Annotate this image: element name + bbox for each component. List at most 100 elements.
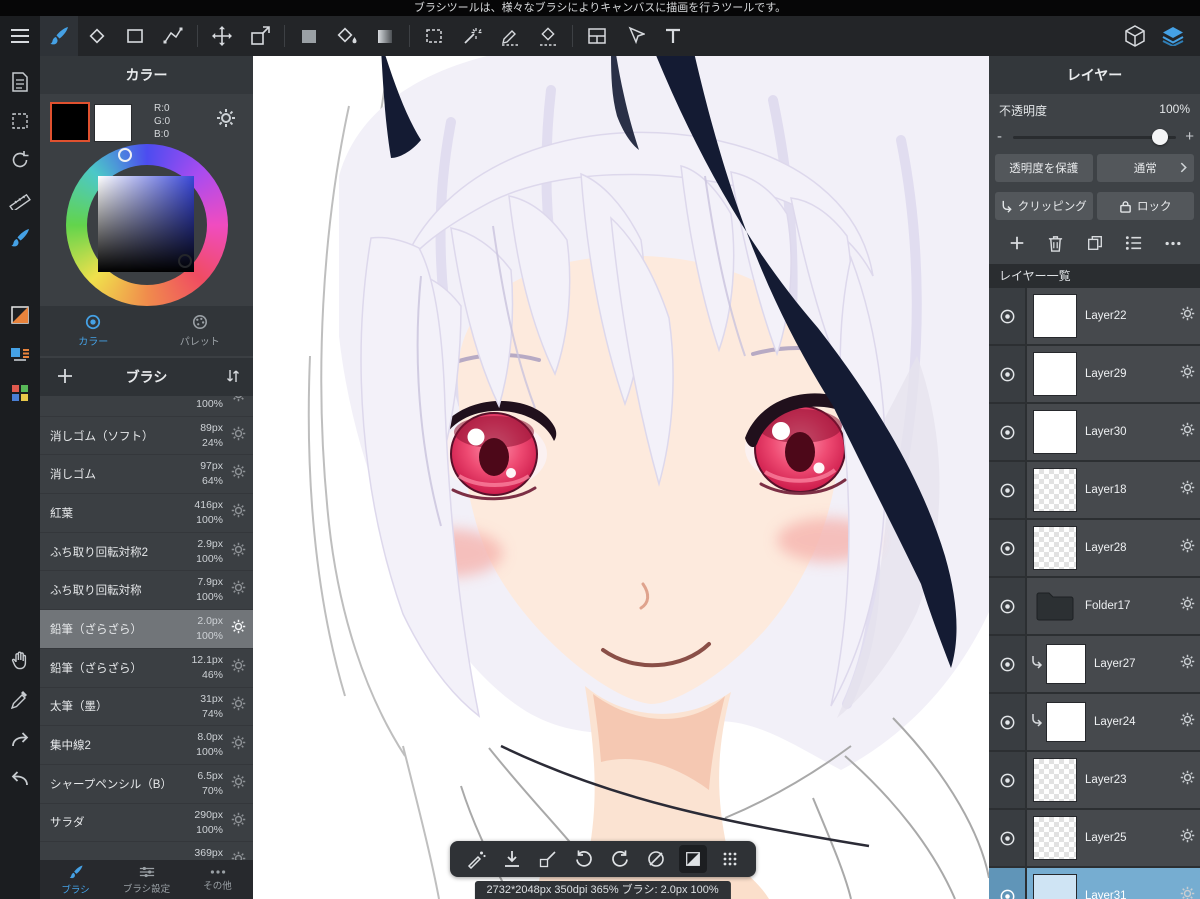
brush-item[interactable]: ふち取り回転対称2 2.9px 100% bbox=[40, 533, 253, 572]
layer-visibility-toggle[interactable] bbox=[989, 868, 1027, 899]
brush-settings-gear-icon[interactable] bbox=[231, 396, 246, 407]
opacity-plus[interactable]: + bbox=[1185, 126, 1194, 148]
brush-settings-gear-icon[interactable] bbox=[231, 580, 246, 600]
layer-visibility-toggle[interactable] bbox=[989, 636, 1027, 692]
tab-brush-settings[interactable]: ブラシ設定 bbox=[111, 860, 182, 899]
tab-brush[interactable]: ブラシ bbox=[40, 860, 111, 899]
layer-visibility-toggle[interactable] bbox=[989, 694, 1027, 750]
layer-thumbnail[interactable] bbox=[1033, 294, 1077, 338]
stabilizer-button[interactable] bbox=[460, 841, 492, 877]
brush-panel-button[interactable] bbox=[5, 224, 35, 252]
layer-visibility-toggle[interactable] bbox=[989, 462, 1027, 518]
transform-tool-button[interactable] bbox=[241, 16, 279, 56]
brush-settings-gear-icon[interactable] bbox=[231, 542, 246, 562]
canvas[interactable]: 2732*2048px 350dpi 365% ブラシ: 2.0px 100% bbox=[253, 56, 989, 899]
clipping-button[interactable]: クリッピング bbox=[995, 192, 1093, 220]
layer-row[interactable]: Layer25 bbox=[989, 810, 1200, 866]
layer-thumbnail[interactable] bbox=[1033, 758, 1077, 802]
foreground-color-swatch[interactable] bbox=[50, 102, 90, 142]
material-3d-button[interactable] bbox=[1116, 16, 1154, 56]
brush-item[interactable]: 鉛筆（ざらざら） 2.0px 100% bbox=[40, 610, 253, 649]
select-pen-tool-button[interactable] bbox=[491, 16, 529, 56]
move-tool-button[interactable] bbox=[203, 16, 241, 56]
file-button[interactable] bbox=[5, 68, 35, 96]
layer-list-button[interactable] bbox=[5, 340, 35, 368]
layer-thumbnail[interactable] bbox=[1033, 874, 1077, 899]
brush-settings-gear-icon[interactable] bbox=[231, 812, 246, 832]
sv-marker[interactable] bbox=[178, 254, 192, 268]
brush-item[interactable]: ふち取り回転対称 7.9px 100% bbox=[40, 571, 253, 611]
layer-thumbnail[interactable] bbox=[1033, 468, 1077, 512]
layer-row[interactable]: Layer27 bbox=[989, 636, 1200, 692]
select-eraser-tool-button[interactable] bbox=[529, 16, 567, 56]
lock-button[interactable]: ロック bbox=[1096, 192, 1194, 220]
brush-settings-gear-icon[interactable] bbox=[231, 774, 246, 794]
layer-settings-gear-icon[interactable] bbox=[1180, 712, 1195, 732]
opacity-slider-knob[interactable] bbox=[1152, 129, 1168, 145]
layer-visibility-toggle[interactable] bbox=[989, 288, 1027, 344]
save-button[interactable] bbox=[496, 841, 528, 877]
text-tool-button[interactable] bbox=[654, 16, 692, 56]
brush-item[interactable]: 太筆（墨） 31px 74% bbox=[40, 688, 253, 727]
layer-folder-row[interactable]: Folder17 bbox=[989, 578, 1200, 634]
layer-visibility-toggle[interactable] bbox=[989, 520, 1027, 576]
layer-row[interactable]: Layer31 bbox=[989, 868, 1200, 899]
layer-visibility-toggle[interactable] bbox=[989, 578, 1027, 634]
brush-settings-gear-icon[interactable] bbox=[231, 851, 246, 860]
bucket-tool-button[interactable] bbox=[328, 16, 366, 56]
layer-row[interactable]: Layer28 bbox=[989, 520, 1200, 576]
layer-settings-gear-icon[interactable] bbox=[1180, 828, 1195, 848]
color-chip-button[interactable] bbox=[5, 301, 35, 329]
rotate-reset-button[interactable] bbox=[640, 841, 672, 877]
rotate-ccw-button[interactable] bbox=[568, 841, 600, 877]
ruler-button[interactable] bbox=[5, 185, 35, 213]
layer-settings-gear-icon[interactable] bbox=[1180, 538, 1195, 558]
layer-settings-gear-icon[interactable] bbox=[1180, 364, 1195, 384]
eraser-tool-button[interactable] bbox=[78, 16, 116, 56]
shape-tool-button[interactable] bbox=[116, 16, 154, 56]
layer-visibility-toggle[interactable] bbox=[989, 752, 1027, 808]
layer-thumbnail[interactable] bbox=[1046, 644, 1086, 684]
menu-button[interactable] bbox=[0, 16, 40, 56]
brush-item[interactable]: 集中線2 8.0px 100% bbox=[40, 726, 253, 765]
divide-canvas-tool-button[interactable] bbox=[578, 16, 616, 56]
select-cursor-tool-button[interactable] bbox=[616, 16, 654, 56]
layer-visibility-toggle[interactable] bbox=[989, 810, 1027, 866]
layer-thumbnail[interactable] bbox=[1046, 702, 1086, 742]
brush-item[interactable]: シャープペンシル（B） 6.5px 70% bbox=[40, 765, 253, 804]
layer-row[interactable]: Layer22 bbox=[989, 288, 1200, 344]
brush-settings-gear-icon[interactable] bbox=[231, 696, 246, 716]
layer-row[interactable]: Layer30 bbox=[989, 404, 1200, 460]
eyedropper-tool-button[interactable] bbox=[5, 686, 35, 714]
layer-thumbnail[interactable] bbox=[1033, 410, 1077, 454]
palette-grid-button[interactable] bbox=[5, 379, 35, 407]
brush-settings-gear-icon[interactable] bbox=[231, 735, 246, 755]
rotate-cw-button[interactable] bbox=[604, 841, 636, 877]
add-layer-button[interactable] bbox=[1002, 228, 1032, 258]
tab-palette[interactable]: パレット bbox=[147, 306, 254, 356]
blend-mode-button[interactable]: 通常 bbox=[1096, 154, 1194, 182]
layer-settings-gear-icon[interactable] bbox=[1180, 480, 1195, 500]
layer-settings-gear-icon[interactable] bbox=[1180, 886, 1195, 899]
line-snap-button[interactable] bbox=[532, 841, 564, 877]
brush-item[interactable]: 紅葉 416px 100% bbox=[40, 494, 253, 533]
brush-settings-gear-icon[interactable] bbox=[231, 464, 246, 484]
layer-settings-gear-icon[interactable] bbox=[1180, 306, 1195, 326]
brush-settings-gear-icon[interactable] bbox=[231, 658, 246, 678]
undo-button[interactable] bbox=[5, 764, 35, 792]
redo-button[interactable] bbox=[5, 725, 35, 753]
color-settings-gear-icon[interactable] bbox=[216, 108, 236, 133]
layer-visibility-toggle[interactable] bbox=[989, 404, 1027, 460]
select-panel-button[interactable] bbox=[5, 107, 35, 135]
brush-tool-button[interactable] bbox=[40, 16, 78, 56]
layer-row[interactable]: Layer23 bbox=[989, 752, 1200, 808]
layer-settings-gear-icon[interactable] bbox=[1180, 654, 1195, 674]
brush-settings-gear-icon[interactable] bbox=[231, 503, 246, 523]
gradient-tool-button[interactable] bbox=[366, 16, 404, 56]
layers-panel-button[interactable] bbox=[1154, 16, 1192, 56]
hue-marker[interactable] bbox=[118, 148, 132, 162]
layer-list-options-button[interactable] bbox=[1119, 228, 1149, 258]
duplicate-layer-button[interactable] bbox=[1080, 228, 1110, 258]
layer-thumbnail[interactable] bbox=[1033, 816, 1077, 860]
flip-view-button[interactable] bbox=[678, 845, 707, 873]
